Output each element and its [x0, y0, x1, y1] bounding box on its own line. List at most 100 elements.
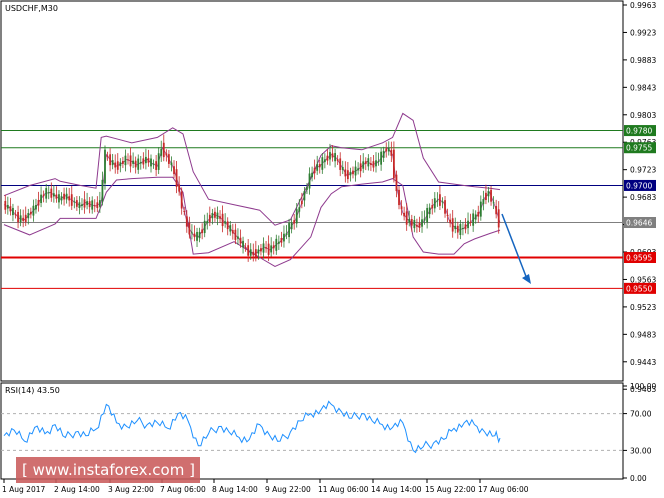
candle-body: [405, 211, 408, 225]
time-tick-label: 17 Aug 06:00: [478, 485, 529, 494]
candle-body: [403, 212, 406, 217]
candle-body: [162, 142, 165, 158]
candle-body: [106, 155, 109, 157]
candle-body: [139, 162, 142, 164]
candle-body: [313, 167, 316, 174]
candle-body: [359, 163, 362, 172]
candle-body: [121, 161, 124, 164]
candle-body: [349, 171, 352, 176]
candle-body: [129, 155, 132, 167]
candle-body: [459, 224, 462, 235]
candle-body: [6, 204, 9, 209]
candle-body: [12, 207, 14, 216]
candle-body: [387, 147, 390, 152]
candle-body: [303, 191, 306, 201]
candle-body: [277, 241, 280, 244]
candle-body: [421, 219, 423, 227]
candle-body: [175, 169, 178, 187]
candle-body: [418, 222, 421, 228]
candle-body: [439, 194, 441, 206]
candle-body: [40, 194, 42, 204]
candle-body: [346, 170, 349, 180]
candle-body: [211, 213, 214, 219]
candle-body: [35, 205, 37, 210]
candle-body: [369, 163, 372, 165]
candle-body: [68, 196, 71, 201]
candle-body: [280, 238, 283, 243]
candle-body: [329, 152, 331, 160]
candle-body: [52, 193, 55, 197]
candle-body: [485, 192, 487, 200]
candle-body: [390, 149, 393, 156]
candle-body: [137, 158, 140, 170]
candle-body: [173, 166, 175, 175]
candle-body: [410, 219, 413, 226]
candle-body: [157, 153, 160, 170]
candle-body: [73, 201, 76, 203]
candle-body: [436, 200, 439, 202]
candle-body: [104, 149, 106, 184]
candle-body: [19, 215, 22, 223]
candle-body: [221, 213, 224, 227]
candle-body: [231, 230, 234, 234]
price-tick-label: 0.9883: [630, 56, 656, 65]
level-label: 0.9755: [626, 144, 652, 153]
candle-body: [285, 233, 288, 235]
candle-body: [295, 209, 298, 224]
candle-body: [188, 222, 191, 235]
candle-body: [14, 214, 17, 216]
candle-body: [111, 160, 114, 166]
candle-body: [191, 232, 193, 234]
time-tick-label: 14 Aug 14:00: [371, 485, 422, 494]
candle-body: [377, 160, 380, 162]
candle-body: [321, 157, 324, 170]
candle-body: [272, 245, 275, 249]
candle-body: [469, 221, 472, 223]
candle-body: [265, 247, 267, 249]
price-tick-label: 0.9843: [630, 83, 656, 92]
candle-body: [413, 219, 416, 229]
candle-body: [142, 158, 145, 165]
candle-body: [454, 225, 457, 230]
candle-body: [132, 160, 135, 164]
candle-body: [367, 158, 370, 167]
candle-body: [311, 172, 313, 178]
candle-body: [398, 189, 400, 206]
candle-body: [262, 243, 265, 253]
candle-body: [492, 202, 495, 204]
candle-body: [426, 207, 429, 223]
candle-body: [467, 220, 469, 229]
level-label: 0.9595: [626, 253, 652, 262]
rsi-tick-label: 100.00: [630, 382, 656, 391]
candle-body: [234, 229, 237, 240]
candle-body: [462, 227, 464, 230]
candle-body: [283, 233, 285, 242]
candle-body: [336, 159, 339, 161]
candle-body: [152, 163, 155, 165]
candle-body: [306, 187, 308, 190]
candle-body: [196, 231, 198, 241]
candle-body: [29, 211, 32, 215]
candle-body: [354, 166, 357, 176]
candle-body: [165, 153, 168, 156]
candle-body: [37, 200, 40, 206]
candle-body: [490, 189, 492, 202]
candle-body: [91, 200, 94, 210]
candle-body: [109, 154, 112, 166]
candle-body: [168, 154, 170, 164]
candle-body: [86, 201, 88, 206]
candle-body: [144, 156, 147, 164]
candle-body: [372, 161, 375, 168]
candle-body: [155, 161, 158, 170]
time-tick-label: 11 Aug 06:00: [318, 485, 369, 494]
time-tick-label: 15 Aug 22:00: [425, 485, 476, 494]
candle-body: [185, 216, 188, 227]
price-tick-label: 0.9483: [630, 330, 656, 339]
candle-body: [119, 162, 122, 167]
price-tick-label: 0.9683: [630, 193, 656, 202]
candle-body: [352, 170, 354, 175]
candle-body: [50, 188, 53, 198]
candle-body: [288, 223, 290, 238]
candle-body: [446, 214, 449, 217]
candle-body: [134, 160, 137, 168]
